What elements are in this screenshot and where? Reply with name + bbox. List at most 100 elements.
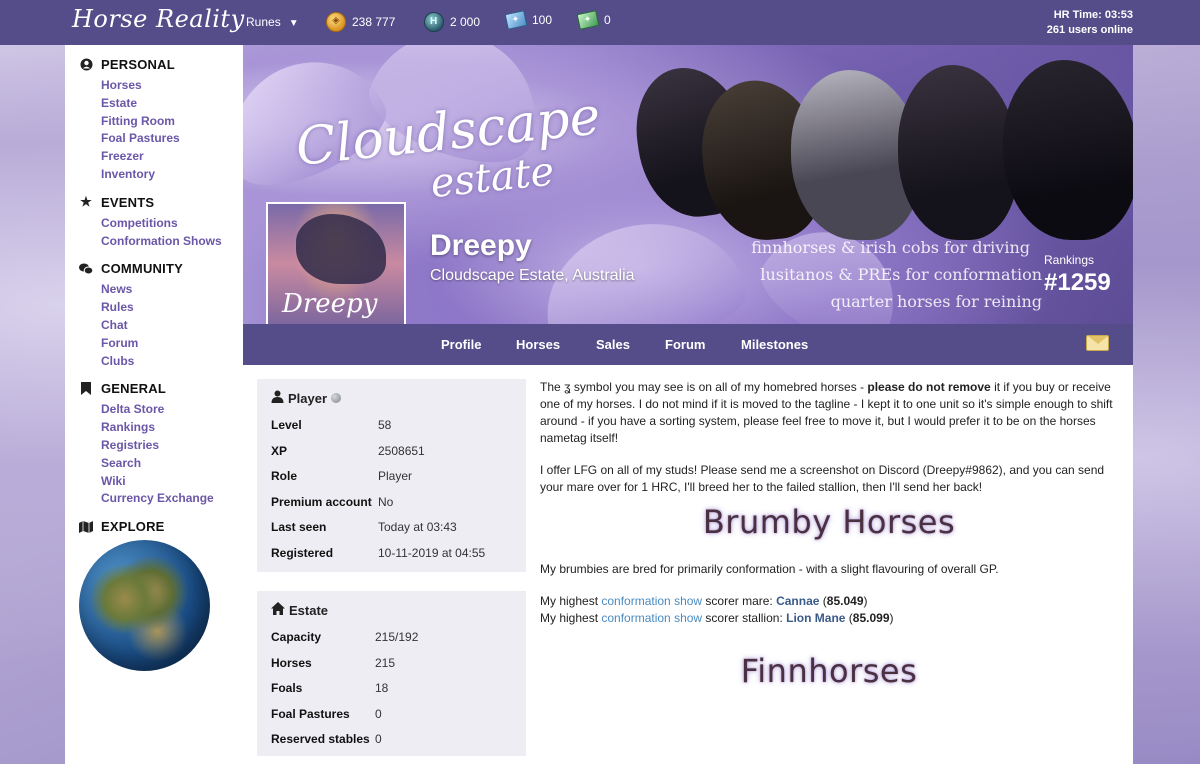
info-row: Foals 18 bbox=[271, 676, 526, 702]
tagline-line: lusitanos & PREs for conformation bbox=[760, 265, 1042, 284]
profile-location: Cloudscape Estate, Australia bbox=[430, 267, 635, 284]
conformation-show-link[interactable]: conformation show bbox=[601, 611, 702, 625]
currency-value: 2 000 bbox=[450, 15, 481, 29]
sidebar: PERSONAL Horses Estate Fitting Room Foal… bbox=[65, 45, 243, 764]
sidebar-item-estate[interactable]: Estate bbox=[101, 95, 243, 113]
estate-panel: Estate Capacity 215/192 Horses 215 Foals 18… bbox=[257, 591, 526, 756]
chat-icon bbox=[79, 262, 93, 276]
row-value: No bbox=[378, 494, 394, 509]
sidebar-item-search[interactable]: Search bbox=[101, 455, 243, 473]
chevron-down-icon: ▼ bbox=[288, 18, 299, 29]
row-value: 0 bbox=[375, 706, 382, 721]
sidebar-item-forum[interactable]: Forum bbox=[101, 335, 243, 353]
mare-score: 85.049 bbox=[826, 594, 864, 608]
text: scorer stallion: bbox=[702, 611, 787, 625]
sidebar-section-events: ★ EVENTS Competitions Conformation Shows bbox=[79, 194, 243, 251]
section-title: GENERAL bbox=[101, 381, 166, 397]
tab-sales[interactable]: Sales bbox=[596, 337, 630, 352]
info-row: Role Player bbox=[271, 464, 526, 490]
info-row: Reserved stables 0 bbox=[271, 727, 526, 753]
tab-horses[interactable]: Horses bbox=[516, 337, 560, 352]
currency-value: 238 777 bbox=[352, 15, 396, 29]
rankings-badge[interactable]: Rankings #1259 bbox=[1044, 253, 1111, 297]
sidebar-item-delta-store[interactable]: Delta Store bbox=[101, 401, 243, 419]
sidebar-item-conformation-shows[interactable]: Conformation Shows bbox=[101, 233, 243, 251]
bookmark-icon bbox=[79, 382, 93, 396]
description-paragraph: My highest conformation show scorer mare… bbox=[540, 594, 894, 625]
home-icon bbox=[271, 602, 285, 618]
stallion-score: 85.099 bbox=[852, 611, 890, 625]
runes-dropdown[interactable]: Runes ▼ bbox=[246, 15, 299, 29]
row-label: Horses bbox=[271, 655, 312, 670]
sidebar-item-news[interactable]: News bbox=[101, 281, 243, 299]
tab-milestones[interactable]: Milestones bbox=[741, 337, 808, 352]
info-row: Horses 215 bbox=[271, 651, 526, 677]
sidebar-item-currency-exchange[interactable]: Currency Exchange bbox=[101, 490, 243, 508]
tab-forum[interactable]: Forum bbox=[665, 337, 705, 352]
users-online: 261 users online bbox=[1046, 24, 1133, 36]
row-value: Player bbox=[378, 469, 413, 484]
hr-time: HR Time: 03:53 bbox=[1053, 9, 1133, 21]
stallion-link[interactable]: Lion Mane bbox=[786, 611, 845, 625]
currency-horse-coins[interactable]: 2 000 bbox=[424, 12, 480, 32]
map-icon bbox=[79, 520, 93, 534]
explore-globe-map[interactable] bbox=[79, 540, 210, 672]
sidebar-item-chat[interactable]: Chat bbox=[101, 317, 243, 335]
banner-tagline: finnhorses & irish cobs for driving lusi… bbox=[751, 234, 1042, 315]
row-value: 215 bbox=[375, 655, 396, 670]
mail-icon[interactable] bbox=[1086, 335, 1109, 351]
section-heading: COMMUNITY bbox=[79, 261, 243, 276]
sidebar-item-competitions[interactable]: Competitions bbox=[101, 215, 243, 233]
mare-link[interactable]: Cannae bbox=[776, 594, 819, 608]
sidebar-section-explore: EXPLORE bbox=[79, 519, 243, 672]
green-ticket-icon bbox=[576, 10, 600, 30]
text: The bbox=[540, 380, 565, 394]
sidebar-item-registries[interactable]: Registries bbox=[101, 437, 243, 455]
row-label: Premium account bbox=[271, 494, 372, 509]
row-label: Capacity bbox=[271, 630, 322, 644]
text: My highest bbox=[540, 611, 602, 625]
row-value: 18 bbox=[375, 681, 389, 696]
tagline-line: finnhorses & irish cobs for driving bbox=[751, 238, 1030, 257]
section-title: COMMUNITY bbox=[101, 261, 183, 277]
conformation-show-link[interactable]: conformation show bbox=[601, 594, 702, 608]
sidebar-item-clubs[interactable]: Clubs bbox=[101, 353, 243, 371]
info-row: Premium account No bbox=[271, 490, 526, 516]
tab-profile[interactable]: Profile bbox=[441, 337, 481, 352]
text: symbol you may see is on all of my homeb… bbox=[570, 380, 868, 394]
description-paragraph: I offer LFG on all of my studs! Please s… bbox=[540, 463, 1105, 494]
sidebar-section-general: GENERAL Delta Store Rankings Registries … bbox=[79, 381, 243, 508]
row-label: Foals bbox=[271, 681, 303, 696]
sidebar-item-freezer[interactable]: Freezer bbox=[101, 148, 243, 166]
row-value: 58 bbox=[378, 418, 392, 432]
site-logo[interactable]: Horse Reality bbox=[72, 5, 245, 33]
currency-gold[interactable]: 238 777 bbox=[326, 12, 395, 32]
currency-green-tickets[interactable]: 0 bbox=[576, 10, 611, 30]
profile-description: The ʓ symbol you may see is on all of my… bbox=[540, 379, 1118, 690]
star-icon: ★ bbox=[80, 194, 92, 210]
avatar[interactable]: Dreepy bbox=[266, 202, 406, 324]
section-heading: PERSONAL bbox=[79, 57, 243, 72]
text: My highest bbox=[540, 594, 602, 608]
profile-banner: Cloudscape estate Dreepy Dreepy Cloudsca… bbox=[243, 45, 1133, 324]
row-label: Role bbox=[271, 469, 298, 484]
sidebar-item-horses[interactable]: Horses bbox=[101, 77, 243, 95]
top-bar: Horse Reality Runes ▼ 238 777 2 000 100 0… bbox=[0, 0, 1200, 45]
sidebar-item-wiki[interactable]: Wiki bbox=[101, 473, 243, 491]
bold-text: please do not remove bbox=[867, 380, 991, 394]
currency-blue-tickets[interactable]: 100 bbox=[504, 10, 552, 30]
section-title: EVENTS bbox=[101, 194, 155, 210]
profile-main: Cloudscape estate Dreepy Dreepy Cloudsca… bbox=[243, 45, 1133, 764]
row-value: Today at 03:43 bbox=[378, 520, 457, 535]
sidebar-item-foal-pastures[interactable]: Foal Pastures bbox=[101, 130, 243, 148]
sidebar-item-rules[interactable]: Rules bbox=[101, 299, 243, 317]
sidebar-item-rankings[interactable]: Rankings bbox=[101, 419, 243, 437]
row-label: Level bbox=[271, 418, 302, 432]
sidebar-item-fitting-room[interactable]: Fitting Room bbox=[101, 113, 243, 131]
profile-nav: Profile Horses Sales Forum Milestones bbox=[243, 324, 1133, 365]
sidebar-item-inventory[interactable]: Inventory bbox=[101, 166, 243, 184]
section-heading-finnhorses: Finnhorses bbox=[740, 652, 918, 690]
section-heading: EXPLORE bbox=[79, 519, 243, 534]
row-value: 215/192 bbox=[375, 630, 419, 644]
gold-coin-icon bbox=[326, 12, 346, 32]
